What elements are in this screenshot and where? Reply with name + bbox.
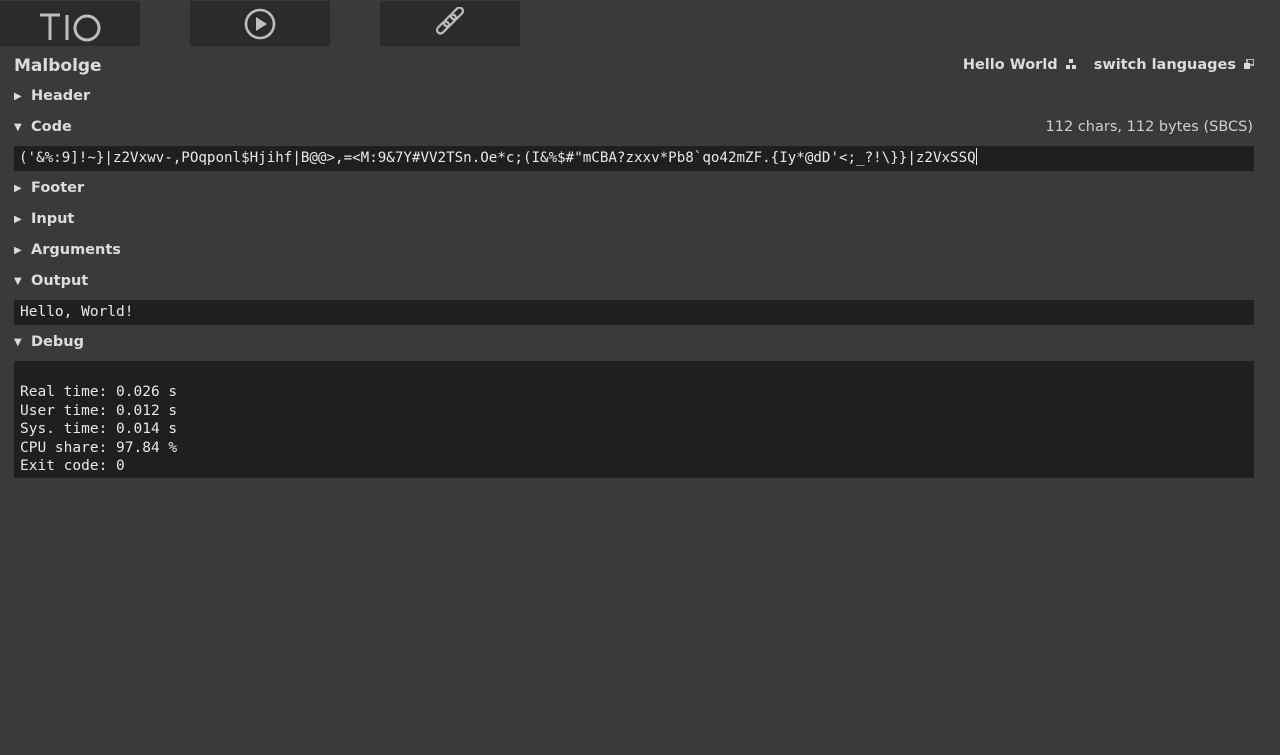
- tio-logo-button[interactable]: [0, 1, 140, 46]
- hello-world-link[interactable]: Hello World: [963, 57, 1076, 73]
- top-links: Hello World switch languages: [963, 57, 1255, 73]
- section-input-label: Input: [31, 211, 75, 227]
- debug-line-cpu-share: CPU share: 97.84 %: [20, 439, 178, 456]
- text-caret: [975, 148, 977, 165]
- expanded-arrow-icon: ▼: [14, 275, 22, 287]
- collapsed-arrow-icon: ▶: [14, 90, 22, 102]
- windows-icon: [1244, 57, 1255, 73]
- section-header-toggle[interactable]: ▶ Header: [14, 88, 90, 104]
- collapsed-arrow-icon: ▶: [14, 213, 22, 225]
- debug-line-user-time: User time: 0.012 s: [20, 402, 178, 419]
- section-footer-toggle[interactable]: ▶ Footer: [14, 180, 84, 196]
- tio-logo-icon: [40, 13, 101, 41]
- expanded-arrow-icon: ▼: [14, 121, 22, 133]
- hello-world-label: Hello World: [962, 57, 1058, 73]
- code-text: ('&%:9]!~}|z2Vxwv-,POqponl$Hjihf|B@@>,=<…: [19, 150, 976, 166]
- code-byte-count: 112 chars, 112 bytes (SBCS): [1045, 119, 1253, 135]
- section-debug-toggle[interactable]: ▼ Debug: [14, 334, 84, 350]
- section-arguments-label: Arguments: [31, 242, 121, 258]
- debug-line-sys-time: Sys. time: 0.014 s: [20, 421, 178, 437]
- run-button[interactable]: [190, 1, 330, 46]
- section-code-toggle[interactable]: ▼ Code: [14, 119, 72, 135]
- permalink-button[interactable]: [380, 1, 520, 46]
- section-input-toggle[interactable]: ▶ Input: [14, 211, 74, 227]
- section-output-toggle[interactable]: ▼ Output: [14, 273, 88, 289]
- section-header-label: Header: [31, 88, 91, 104]
- expanded-arrow-icon: ▼: [14, 336, 22, 348]
- language-title: Malbolge: [14, 56, 102, 76]
- debug-line-real-time: Real time: 0.026 s: [20, 384, 178, 400]
- switch-languages-link[interactable]: switch languages: [1093, 57, 1255, 73]
- debug-box[interactable]: Real time: 0.026 s User time: 0.012 s Sy…: [14, 361, 1254, 478]
- section-output-label: Output: [31, 273, 89, 289]
- section-arguments-toggle[interactable]: ▶ Arguments: [14, 242, 121, 258]
- hierarchy-icon: [1065, 57, 1076, 73]
- section-footer-label: Footer: [31, 180, 85, 196]
- switch-languages-label: switch languages: [1093, 57, 1236, 73]
- section-code-label: Code: [31, 119, 72, 135]
- play-icon: [244, 8, 276, 39]
- toolbar: [0, 0, 1280, 46]
- output-text: Hello, World!: [20, 304, 134, 320]
- collapsed-arrow-icon: ▶: [14, 182, 22, 194]
- section-debug-label: Debug: [31, 334, 84, 350]
- output-box[interactable]: Hello, World!: [14, 300, 1254, 325]
- collapsed-arrow-icon: ▶: [14, 244, 22, 256]
- chain-link-icon: [435, 6, 465, 35]
- code-editor[interactable]: ('&%:9]!~}|z2Vxwv-,POqponl$Hjihf|B@@>,=<…: [14, 146, 1254, 171]
- debug-line-exit-code: Exit code: 0: [20, 458, 125, 474]
